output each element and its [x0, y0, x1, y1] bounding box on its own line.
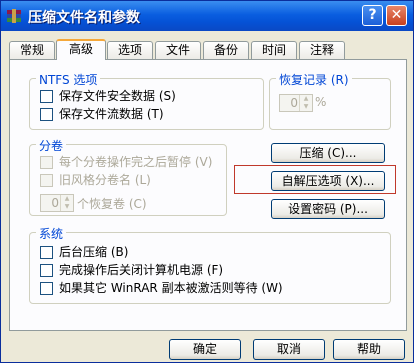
down-arrow-icon: ▼: [64, 203, 70, 210]
checkbox-label: 如果其它 WinRAR 副本被激活则等待 (W): [59, 281, 283, 295]
checkbox-box: [40, 108, 53, 121]
recovery-volumes-spinner[interactable]: 0 ▲ ▼: [40, 194, 74, 212]
tab-advanced[interactable]: 高级: [56, 39, 106, 60]
up-arrow-icon: ▲: [64, 195, 70, 202]
background-archiving-checkbox[interactable]: 后台压缩 (B): [40, 245, 128, 261]
checkbox-box: [40, 264, 53, 277]
ntfs-options-title: NTFS 选项: [36, 71, 101, 88]
recovery-volumes-label: 个恢复卷 (C): [77, 197, 147, 211]
checkbox-label: 每个分卷操作完之后暂停 (V): [59, 155, 213, 169]
checkbox-label: 保存文件安全数据 (S): [59, 89, 176, 103]
recovery-percent-spinner[interactable]: 0 ▲ ▼: [279, 94, 313, 112]
down-arrow-icon: ▼: [303, 103, 309, 110]
checkbox-label: 后台压缩 (B): [59, 245, 129, 259]
checkbox-box: [40, 174, 53, 187]
wait-other-copies-checkbox[interactable]: 如果其它 WinRAR 副本被激活则等待 (W): [40, 281, 283, 297]
tab-comment[interactable]: 注释: [299, 41, 345, 59]
tab-general[interactable]: 常规: [9, 41, 55, 59]
ntfs-options-group: NTFS 选项 保存文件安全数据 (S) 保存文件流数据 (T): [29, 71, 264, 130]
window-title: 压缩文件名和参数: [28, 10, 140, 26]
checkbox-label: 旧风格分卷名 (L): [59, 173, 151, 187]
shutdown-after-checkbox[interactable]: 完成操作后关闭计算机电源 (F): [40, 263, 223, 279]
old-volume-naming-checkbox[interactable]: 旧风格分卷名 (L): [40, 173, 151, 189]
set-password-button[interactable]: 设置密码 (P)...: [271, 199, 385, 219]
percent-unit: %: [315, 95, 327, 109]
spinner-arrows[interactable]: ▲ ▼: [60, 195, 73, 211]
save-security-checkbox[interactable]: 保存文件安全数据 (S): [40, 89, 176, 105]
system-group: 系统 后台压缩 (B) 完成操作后关闭计算机电源 (F) 如果其它 WinRAR…: [29, 225, 391, 304]
save-streams-checkbox[interactable]: 保存文件流数据 (T): [40, 107, 164, 123]
spinner-value: 0: [290, 96, 298, 110]
close-icon: ✕: [390, 7, 403, 23]
help-button[interactable]: 帮助: [333, 339, 405, 360]
tab-time[interactable]: 时间: [251, 41, 297, 59]
spinner-value: 0: [51, 196, 59, 210]
volumes-group: 分卷 每个分卷操作完之后暂停 (V) 旧风格分卷名 (L) 0 ▲ ▼ 个恢复卷 (…: [29, 137, 227, 216]
question-icon: ?: [368, 7, 377, 23]
system-title: 系统: [36, 225, 67, 242]
up-arrow-icon: ▲: [303, 95, 309, 102]
checkbox-box: [40, 282, 53, 295]
ok-button[interactable]: 确定: [169, 339, 241, 360]
help-titlebar-button[interactable]: ?: [362, 5, 383, 26]
advanced-panel: NTFS 选项 保存文件安全数据 (S) 保存文件流数据 (T) 恢复记录 (R…: [9, 59, 407, 331]
tab-backup[interactable]: 备份: [203, 41, 249, 59]
checkbox-box: [40, 90, 53, 103]
recovery-record-title: 恢复记录 (R): [276, 71, 352, 88]
cancel-button[interactable]: 取消: [253, 339, 325, 360]
pause-after-volume-checkbox[interactable]: 每个分卷操作完之后暂停 (V): [40, 155, 212, 171]
recovery-record-group: 恢复记录 (R) 0 ▲ ▼ %: [269, 71, 391, 130]
checkbox-label: 保存文件流数据 (T): [59, 107, 164, 121]
dialog-window: 压缩文件名和参数 ? ✕ 常规 高级 选项 文件 备份 时间 注释 NTFS 选…: [0, 0, 414, 363]
checkbox-box: [40, 156, 53, 169]
tab-files[interactable]: 文件: [155, 41, 201, 59]
highlight-box: [234, 165, 396, 194]
tab-options[interactable]: 选项: [107, 41, 153, 59]
winrar-app-icon: [7, 9, 21, 23]
volumes-title: 分卷: [36, 137, 67, 154]
checkbox-box: [40, 246, 53, 259]
compression-settings-button[interactable]: 压缩 (C)...: [271, 143, 385, 163]
spinner-arrows[interactable]: ▲ ▼: [299, 95, 312, 111]
close-button[interactable]: ✕: [386, 5, 407, 26]
title-bar[interactable]: 压缩文件名和参数 ? ✕: [1, 1, 413, 31]
checkbox-label: 完成操作后关闭计算机电源 (F): [59, 263, 224, 277]
